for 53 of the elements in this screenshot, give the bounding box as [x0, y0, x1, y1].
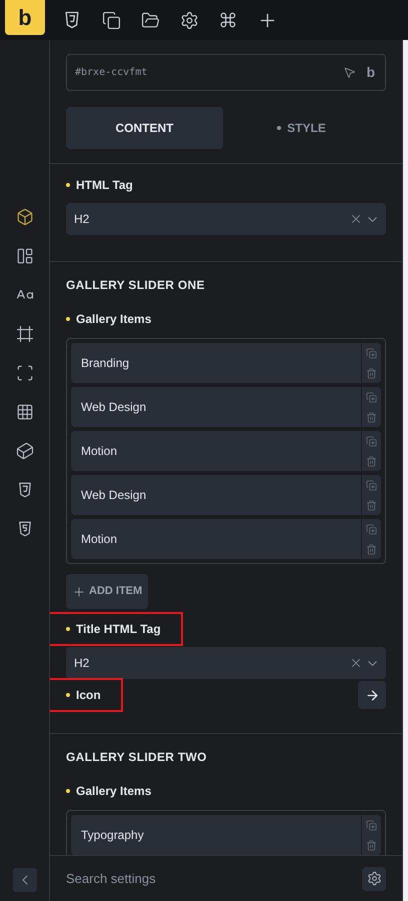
- tab[interactable]: CONTENT: [66, 107, 223, 149]
- command-icon[interactable]: [219, 11, 237, 29]
- add-icon: [72, 584, 86, 598]
- layout-icon[interactable]: [16, 247, 34, 265]
- arrow-right-icon: [364, 688, 380, 702]
- clear-icon[interactable]: [349, 656, 363, 670]
- section-heading: GALLERY SLIDER ONE: [65, 277, 206, 294]
- logo[interactable]: b: [5, 0, 45, 35]
- field-label: Icon: [76, 687, 101, 704]
- duplicate-icon[interactable]: [366, 392, 377, 402]
- delete-icon[interactable]: [366, 544, 377, 554]
- delete-icon[interactable]: [366, 840, 377, 850]
- gallery-item[interactable]: Motion: [71, 431, 381, 471]
- duplicate-icon[interactable]: [366, 348, 377, 358]
- duplicate-icon[interactable]: [366, 480, 377, 490]
- settings-icon[interactable]: [180, 10, 199, 30]
- cube-icon[interactable]: [16, 208, 34, 226]
- add-item-button[interactable]: ADD ITEM: [66, 574, 148, 609]
- select-field[interactable]: H2: [66, 203, 386, 235]
- collapse-button[interactable]: [12, 868, 36, 892]
- element-id-field[interactable]: #brxe-ccvfmt b: [66, 54, 386, 91]
- delete-icon[interactable]: [366, 412, 377, 422]
- field-label: Gallery Items: [76, 783, 152, 800]
- section-heading: GALLERY SLIDER TWO: [65, 749, 208, 766]
- search-field[interactable]: Search settings: [66, 868, 362, 888]
- settings-icon: [366, 871, 382, 886]
- gallery-item[interactable]: Branding: [71, 343, 381, 383]
- tab[interactable]: STYLE: [223, 107, 380, 149]
- field-label: Title HTML Tag: [76, 621, 161, 638]
- field-label: Gallery Items: [76, 311, 152, 328]
- pages-icon[interactable]: [102, 10, 121, 30]
- delete-icon[interactable]: [366, 500, 377, 510]
- delete-icon[interactable]: [366, 368, 377, 378]
- scan-icon[interactable]: [16, 364, 34, 382]
- icon-picker-button[interactable]: [358, 681, 386, 709]
- select-field[interactable]: H2: [66, 647, 386, 679]
- frame-icon[interactable]: [16, 325, 34, 343]
- clear-icon[interactable]: [349, 212, 363, 226]
- pointer-icon[interactable]: [343, 66, 356, 79]
- gallery-item[interactable]: Typography: [71, 815, 381, 855]
- duplicate-icon[interactable]: [366, 524, 377, 534]
- gallery-item[interactable]: Motion: [71, 519, 381, 559]
- gallery-item[interactable]: Web Design: [71, 387, 381, 427]
- delete-icon[interactable]: [366, 456, 377, 466]
- logo-text: b: [366, 63, 375, 82]
- duplicate-icon[interactable]: [366, 820, 377, 830]
- gallery-item[interactable]: Web Design: [71, 475, 381, 515]
- field-label: HTML Tag: [76, 177, 133, 194]
- grid-icon[interactable]: [16, 403, 34, 421]
- duplicate-icon[interactable]: [366, 436, 377, 446]
- settings-button[interactable]: [362, 866, 386, 890]
- folder-icon[interactable]: [141, 10, 160, 30]
- cuboid-icon[interactable]: [16, 442, 34, 460]
